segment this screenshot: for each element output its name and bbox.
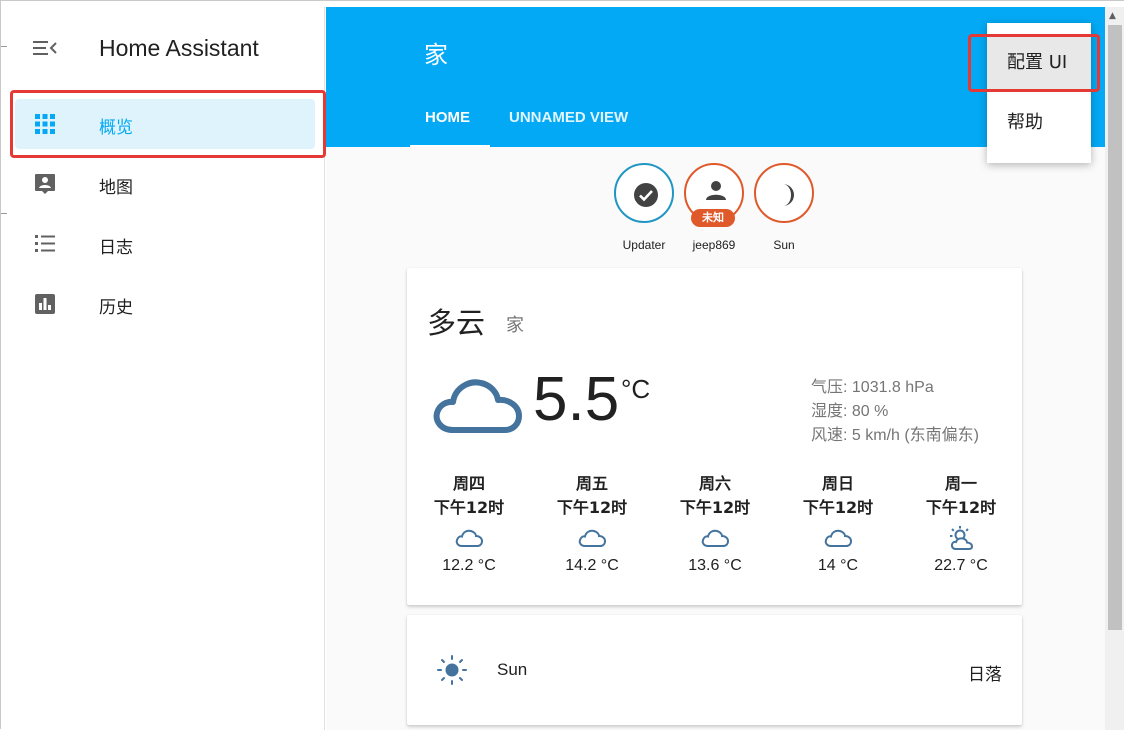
- forecast-item: 周日 下午12时 14 °C: [788, 472, 888, 578]
- page-title: 家: [424, 41, 448, 69]
- forecast-item: 周一 下午12时 22.7 °C: [911, 472, 1011, 578]
- forecast-item: 周四 下午12时 12.2 °C: [419, 472, 519, 578]
- entity-state: 日落: [968, 665, 1002, 685]
- pressure-attribute: 气压: 1031.8 hPa: [811, 379, 934, 396]
- cloudy-icon: [433, 379, 522, 433]
- menu-collapse-icon[interactable]: [33, 38, 57, 58]
- sidebar-item-label: 日志: [99, 238, 133, 258]
- entity-card-sun[interactable]: Sun 日落: [407, 615, 1022, 725]
- scrollbar[interactable]: ▲: [1105, 7, 1124, 730]
- cloudy-icon: [578, 529, 607, 547]
- forecast-day: 周五: [575, 474, 608, 493]
- temperature-unit: °C: [621, 374, 651, 404]
- forecast-time: 下午12时: [679, 498, 751, 517]
- forecast-temperature: 13.6 °C: [688, 557, 742, 574]
- sidebar-item-history[interactable]: 历史: [15, 279, 315, 329]
- badge-circle: [614, 163, 674, 223]
- logbook-list-icon: [35, 235, 55, 252]
- badge-updater[interactable]: Updater: [613, 163, 675, 255]
- active-tab-indicator: [410, 145, 490, 147]
- sidebar-item-label: 地图: [99, 178, 133, 198]
- weather-state: 多云: [427, 306, 486, 340]
- tab-unnamed-view[interactable]: UNNAMED VIEW: [509, 109, 628, 126]
- cloudy-icon: [455, 529, 484, 547]
- humidity-attribute: 湿度: 80 %: [811, 403, 889, 420]
- current-temperature: 5.5: [533, 365, 620, 434]
- entity-name: Sun: [497, 660, 528, 679]
- sun-icon: [437, 655, 467, 685]
- forecast-time: 下午12时: [433, 498, 505, 517]
- forecast-day: 周一: [944, 474, 977, 493]
- cloudy-icon: [701, 529, 730, 547]
- tab-home[interactable]: HOME: [425, 109, 470, 126]
- sidebar-item-label: 历史: [99, 298, 133, 318]
- wind-attribute: 风速: 5 km/h (东南偏东): [811, 427, 980, 444]
- forecast-item: 周六 下午12时 13.6 °C: [665, 472, 765, 578]
- forecast-temperature: 14.2 °C: [565, 557, 619, 574]
- scroll-up-arrow-icon[interactable]: ▲: [1109, 11, 1116, 21]
- sidebar-item-map[interactable]: 地图: [15, 159, 315, 209]
- cloudy-icon: [824, 529, 853, 547]
- account-icon: [706, 181, 726, 200]
- forecast-day: 周六: [698, 474, 731, 493]
- forecast-day: 周四: [452, 474, 485, 493]
- forecast-day: 周日: [821, 474, 854, 493]
- badge-status-tag: 未知: [691, 209, 735, 227]
- moon-icon: [783, 184, 794, 206]
- badge-label: Sun: [773, 238, 795, 252]
- forecast-temperature: 12.2 °C: [442, 557, 496, 574]
- history-chart-icon: [35, 294, 55, 314]
- sidebar-header: Home Assistant: [7, 7, 325, 89]
- forecast-time: 下午12时: [925, 498, 997, 517]
- forecast-temperature: 22.7 °C: [934, 557, 988, 574]
- scroll-thumb[interactable]: [1108, 25, 1122, 630]
- sidebar-item-logbook[interactable]: 日志: [15, 219, 315, 269]
- menu-item-help[interactable]: 帮助: [987, 97, 1091, 149]
- weather-card[interactable]: 多云 家 5.5 °C 气压: 1031.8 hPa 湿度: 80 % 风速: …: [407, 268, 1022, 605]
- app-window: Home Assistant 概览 地图 日志 历史 家 HOME UNNAME…: [0, 0, 1124, 730]
- map-account-icon: [35, 174, 55, 194]
- badge-sun[interactable]: Sun: [753, 163, 815, 255]
- forecast-time: 下午12时: [556, 498, 628, 517]
- highlight-box: [968, 34, 1100, 92]
- forecast-temperature: 14 °C: [817, 557, 859, 574]
- sidebar-title: Home Assistant: [99, 35, 259, 61]
- forecast-time: 下午12时: [802, 498, 874, 517]
- check-circle-icon: [634, 183, 658, 207]
- badge-circle: [754, 163, 814, 223]
- forecast-item: 周五 下午12时 14.2 °C: [542, 472, 642, 578]
- partly-cloudy-icon: [950, 526, 974, 550]
- highlight-box: [10, 90, 326, 158]
- weather-entity-name: 家: [506, 315, 524, 336]
- badge-jeep869[interactable]: 未知 jeep869: [683, 163, 745, 255]
